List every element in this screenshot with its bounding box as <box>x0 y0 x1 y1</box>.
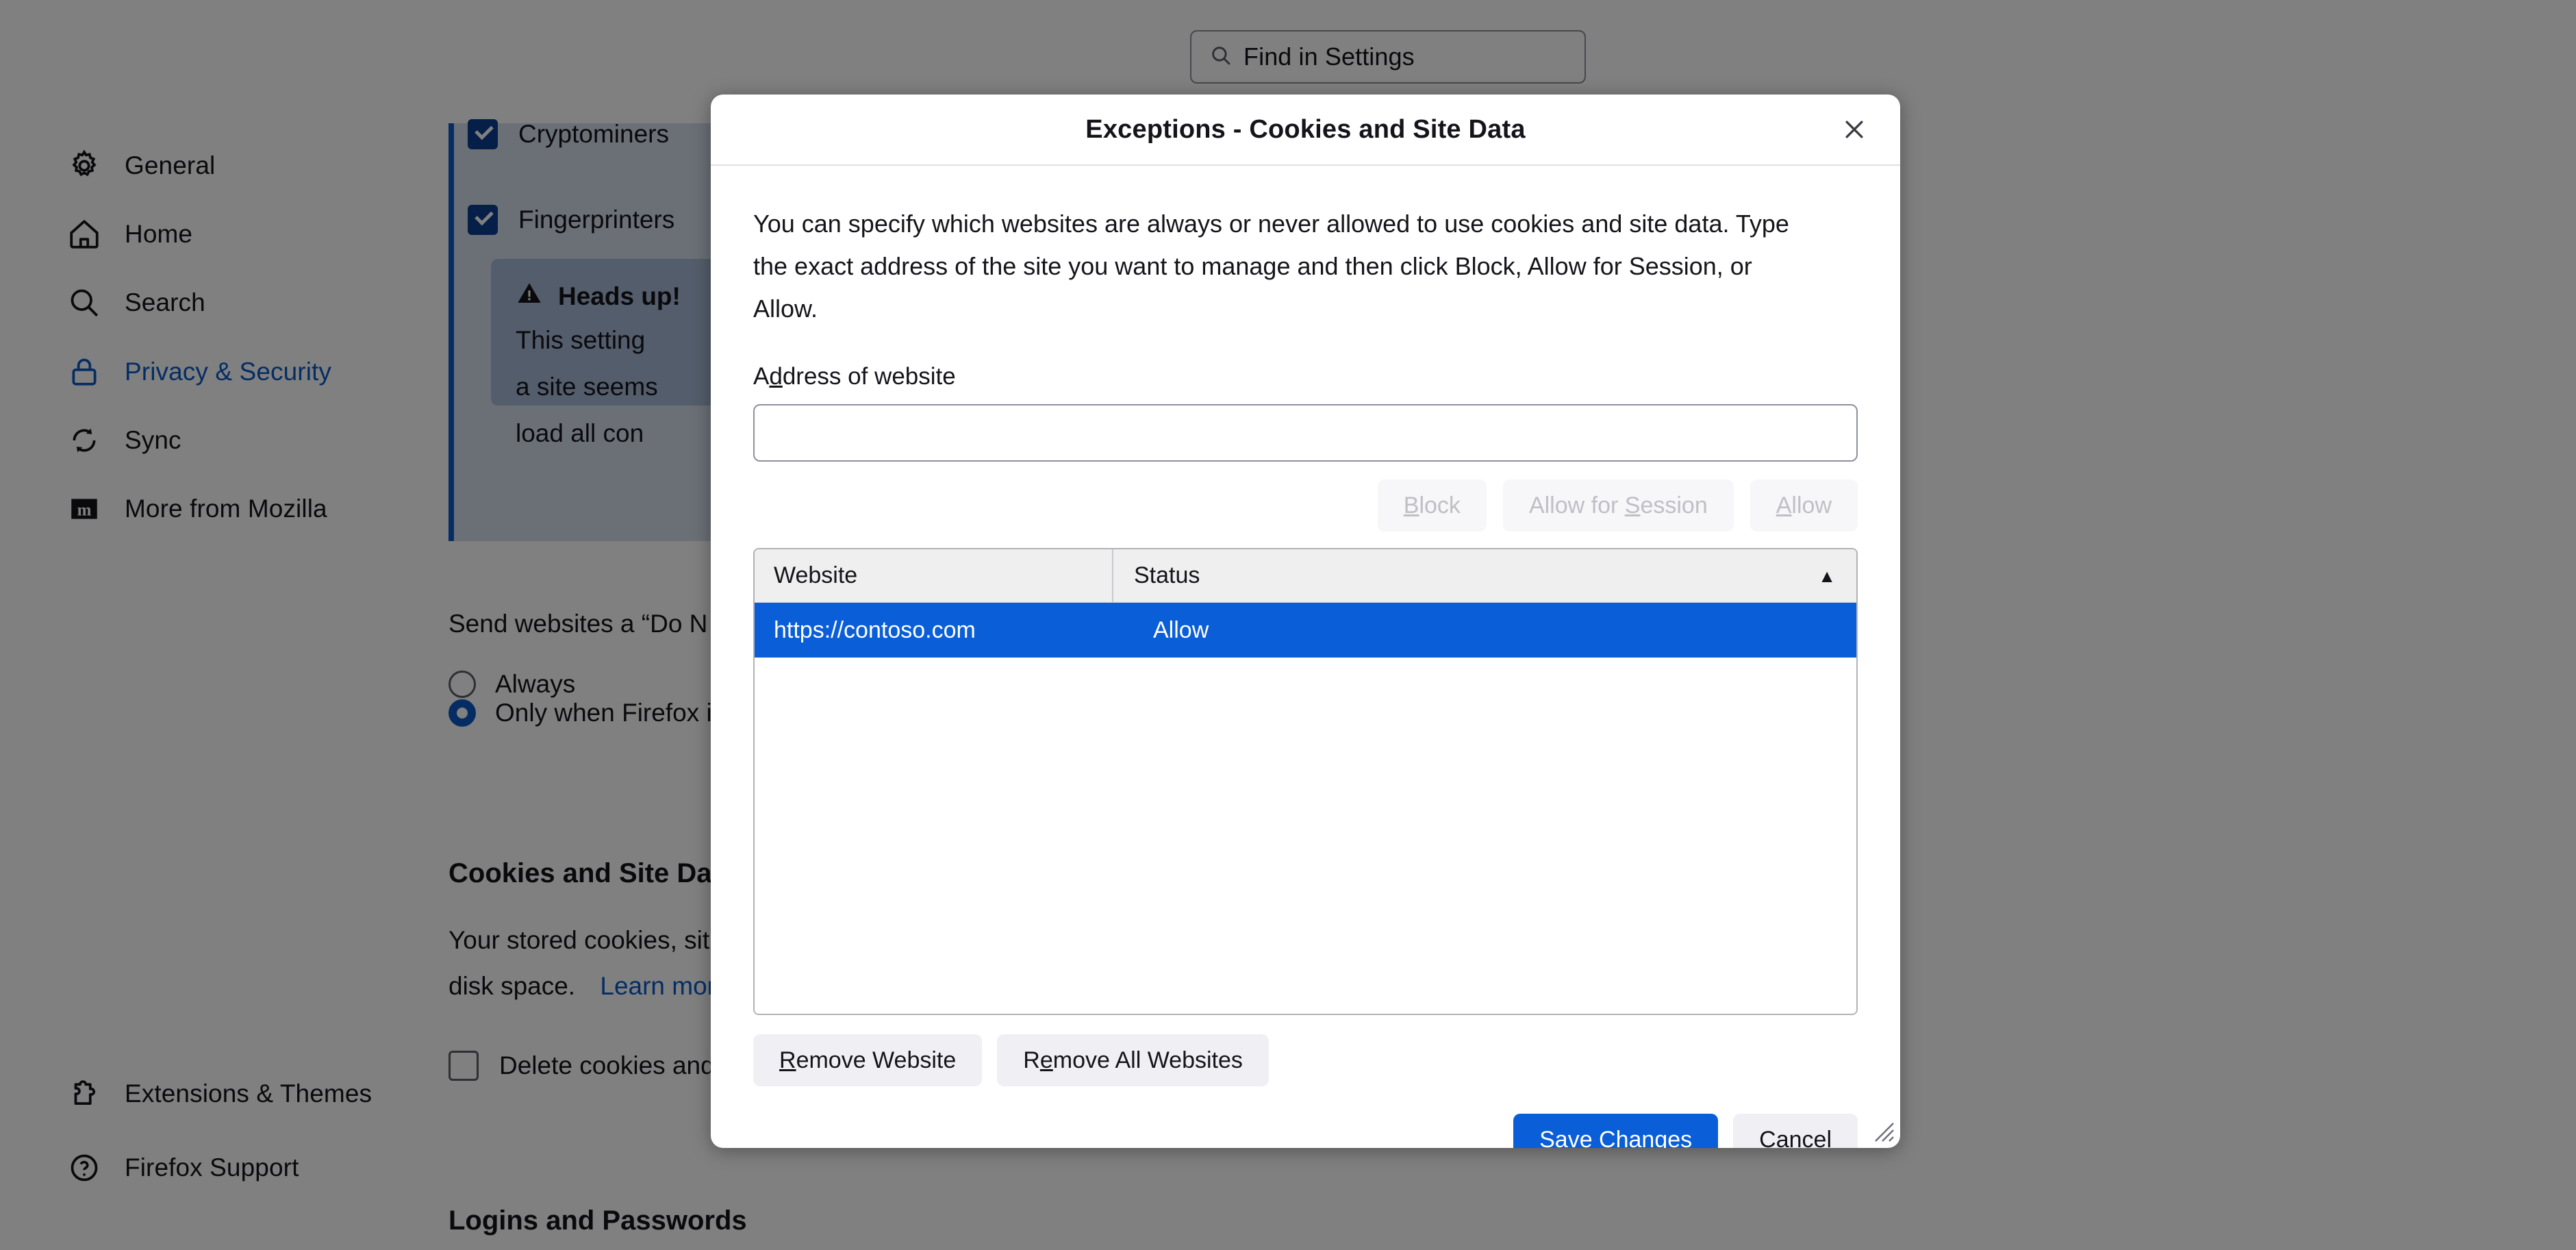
block-button[interactable]: Block <box>1377 479 1487 532</box>
remove-all-websites-button[interactable]: Remove All Websites <box>997 1034 1269 1086</box>
dialog-title: Exceptions - Cookies and Site Data <box>1085 114 1526 144</box>
cancel-button[interactable]: Cancel <box>1733 1114 1858 1148</box>
remove-website-button[interactable]: Remove Website <box>753 1034 983 1086</box>
column-header-label: Website <box>774 562 858 588</box>
exceptions-dialog: Exceptions - Cookies and Site Data You c… <box>711 95 1900 1148</box>
cell-status: Allow <box>1153 616 1209 643</box>
close-icon[interactable] <box>1832 107 1877 152</box>
dialog-footer: Save Changes Cancel <box>753 1114 1858 1148</box>
column-header-status[interactable]: Status ▲ <box>1112 549 1856 602</box>
exceptions-list: Website Status ▲ https://contoso.com All… <box>753 548 1858 1015</box>
save-changes-button[interactable]: Save Changes <box>1513 1114 1719 1148</box>
allow-for-session-button[interactable]: Allow for Session <box>1502 479 1734 532</box>
column-header-label: Status <box>1134 562 1200 588</box>
remove-actions: Remove Website Remove All Websites <box>753 1034 1858 1086</box>
firefox-settings-screen: Find in Settings General Home Search Pri… <box>0 0 2576 1250</box>
table-row[interactable]: https://contoso.com Allow <box>755 603 1856 658</box>
exceptions-list-header: Website Status ▲ <box>755 549 1856 603</box>
column-header-website[interactable]: Website <box>755 549 1112 602</box>
dialog-description: You can specify which websites are alway… <box>753 210 1789 323</box>
block-button-rest: lock <box>1419 492 1461 518</box>
exceptions-list-empty-area <box>755 658 1856 1014</box>
address-label-accesskey: Address of website <box>753 363 956 390</box>
address-of-website-label: Address of website <box>753 363 1858 390</box>
permission-actions: Block Allow for Session Allow <box>753 479 1858 532</box>
cell-website: https://contoso.com <box>774 616 976 643</box>
dialog-body: You can specify which websites are alway… <box>711 203 1900 1148</box>
address-input[interactable] <box>753 404 1858 462</box>
resize-grip-icon[interactable] <box>1867 1115 1895 1142</box>
dialog-header: Exceptions - Cookies and Site Data <box>711 95 1900 166</box>
allow-button[interactable]: Allow <box>1750 479 1858 532</box>
triangle-up-icon: ▲ <box>1818 565 1836 586</box>
